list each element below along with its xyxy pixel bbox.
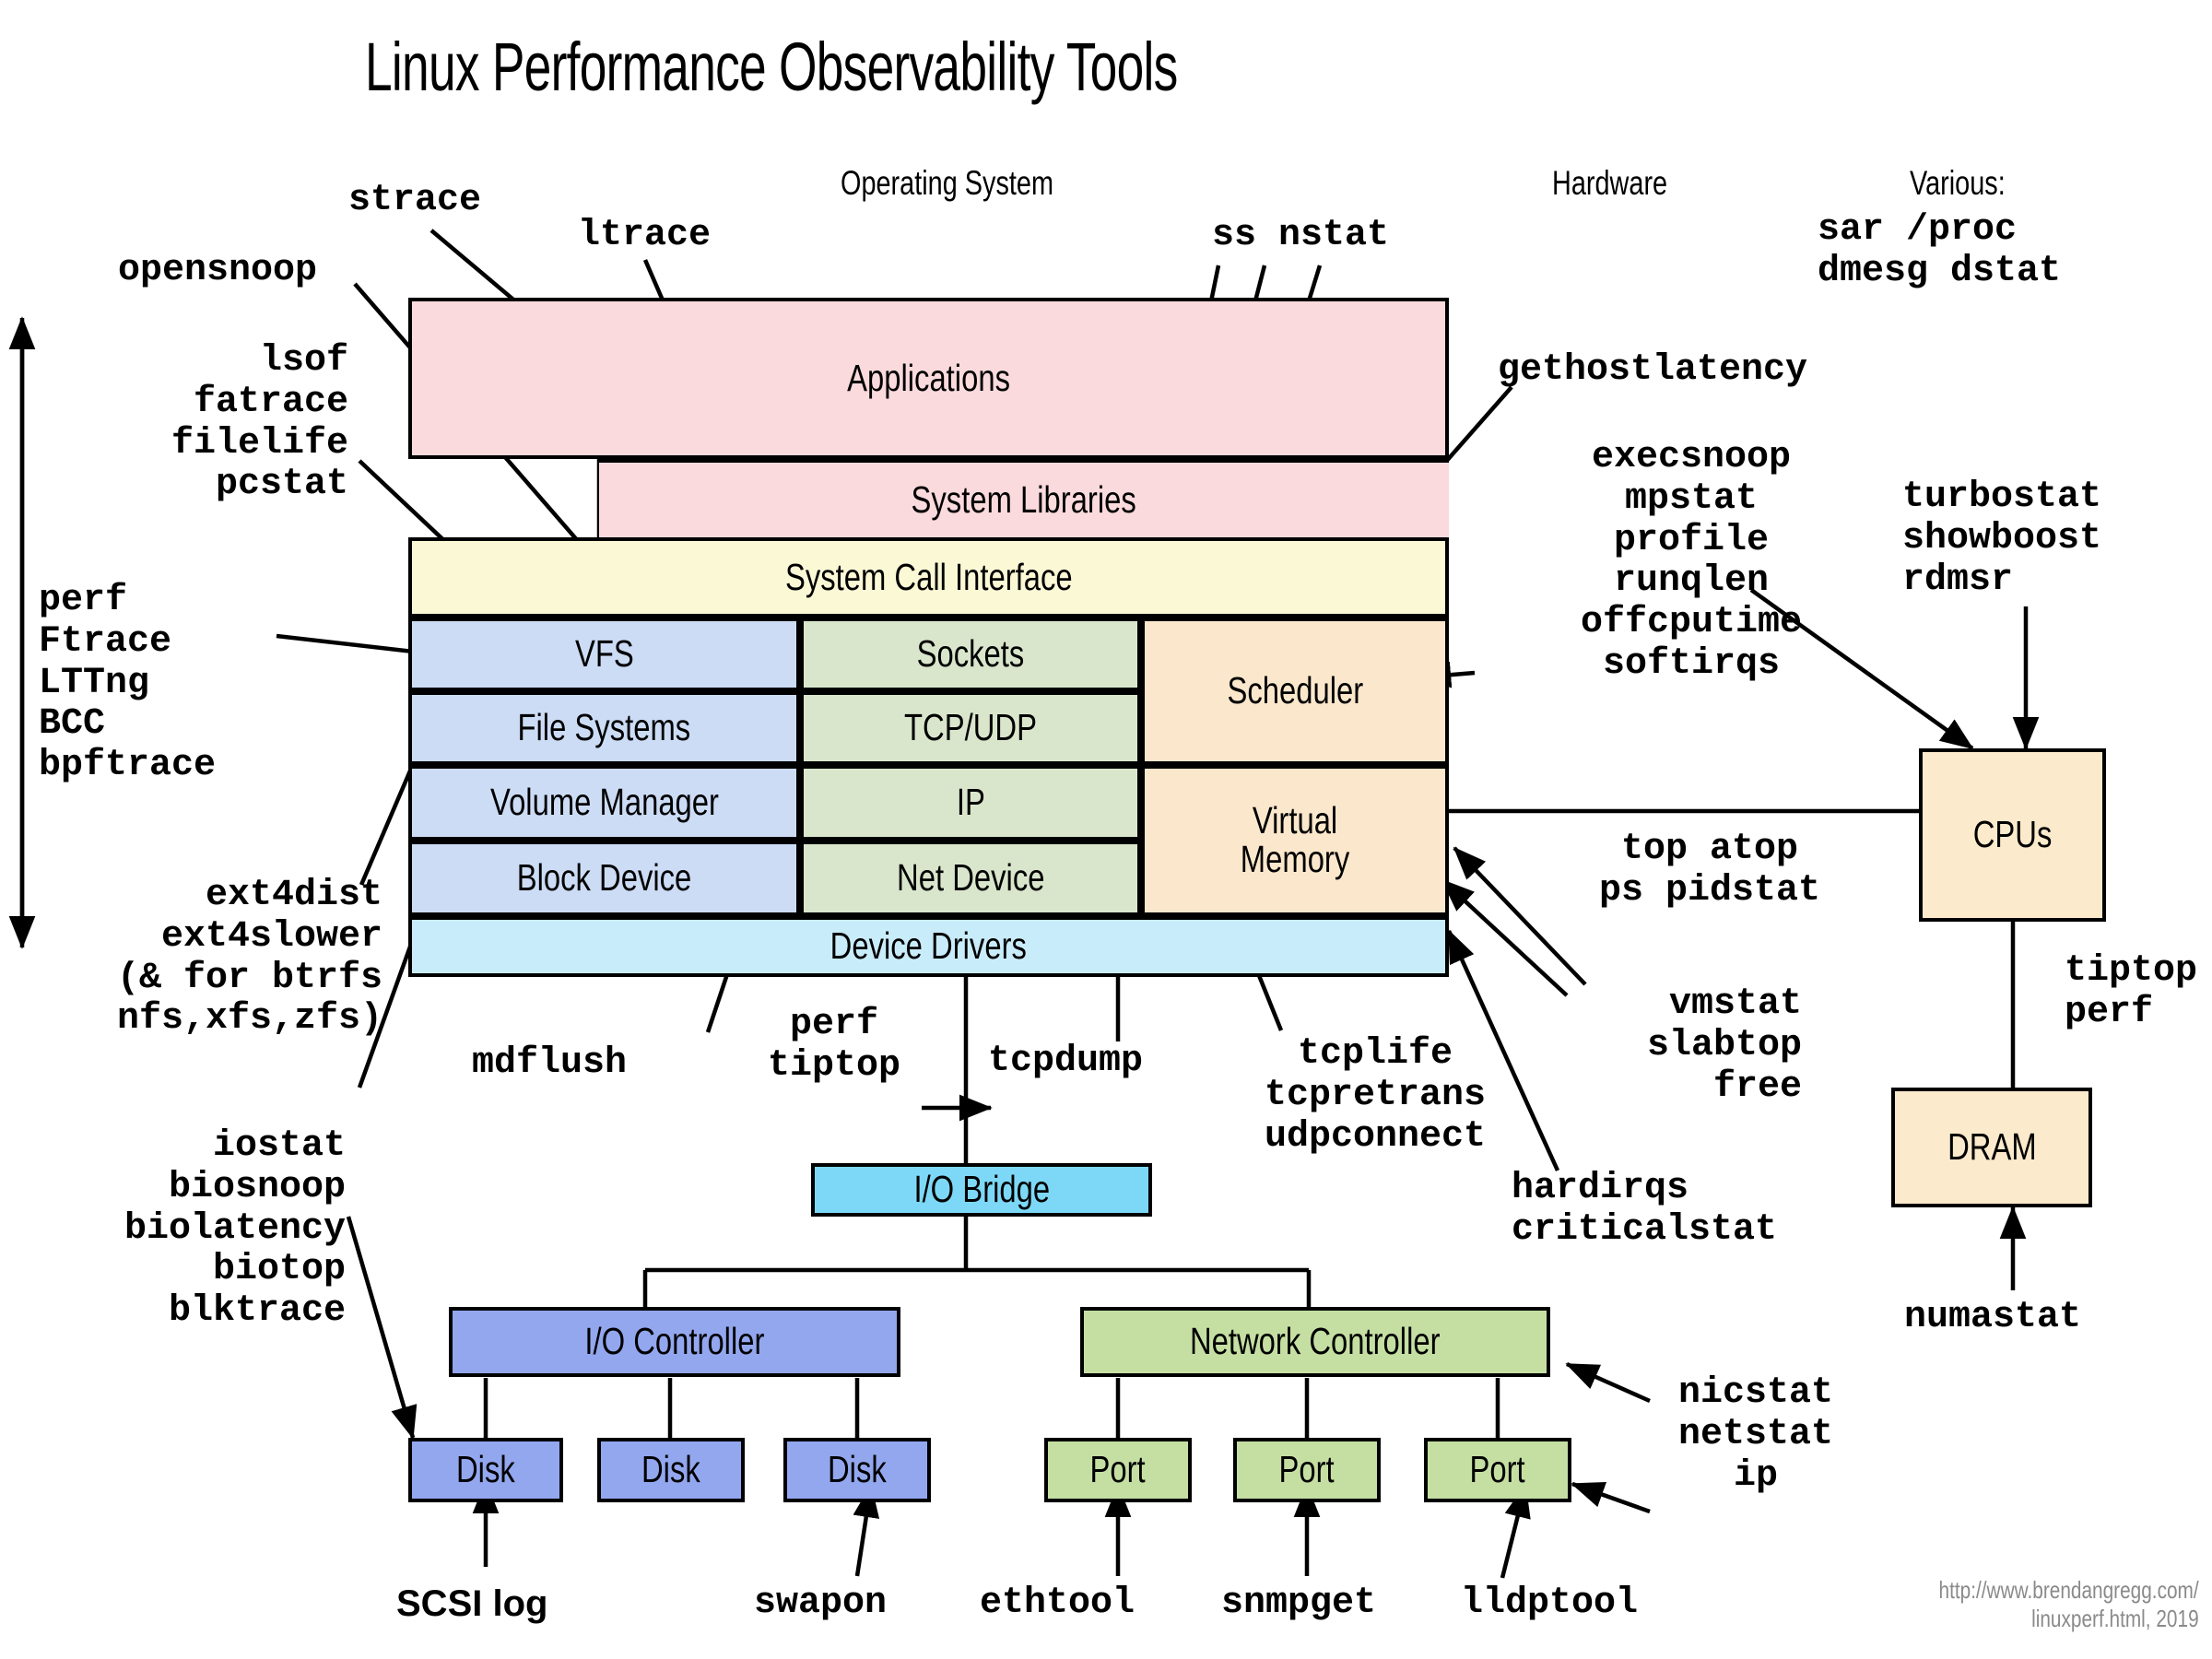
box-io-bridge: I/O Bridge	[811, 1163, 1152, 1217]
label-disk-3: Disk	[828, 1448, 887, 1491]
label-cpus: CPUs	[1972, 813, 2053, 856]
label-block-device: Block Device	[516, 856, 692, 900]
label-device-drivers: Device Drivers	[830, 924, 1028, 968]
tool-label-ext4-group: ext4dist ext4slower (& for btrfs nfs,xfs…	[116, 875, 382, 1041]
tool-label-ss-nstat: ss nstat	[1212, 215, 1390, 256]
tool-label-swapon: swapon	[754, 1583, 888, 1624]
box-disk-2: Disk	[597, 1438, 745, 1502]
box-scheduler: Scheduler	[1141, 618, 1449, 765]
label-network-controller: Network Controller	[1190, 1320, 1441, 1363]
tool-label-io-group: iostat biosnoop biolatency biotop blktra…	[124, 1125, 346, 1333]
tool-label-ltrace: ltrace	[578, 215, 712, 256]
box-disk-1: Disk	[408, 1438, 563, 1502]
label-file-systems: File Systems	[517, 706, 691, 749]
tool-label-tracers-group: perf Ftrace LTTng BCC bpftrace	[39, 580, 217, 787]
tool-label-tcpdump: tcpdump	[988, 1041, 1144, 1082]
box-io-controller: I/O Controller	[449, 1307, 900, 1377]
box-port-2: Port	[1233, 1438, 1381, 1502]
tool-label-tcplife-group: tcplife tcpretrans udpconnect	[1264, 1033, 1487, 1158]
box-network-controller: Network Controller	[1080, 1307, 1550, 1377]
label-scheduler: Scheduler	[1227, 669, 1363, 712]
tool-label-hardirqs-group: hardirqs criticalstat	[1512, 1168, 1778, 1251]
box-virtual-memory: Virtual Memory	[1141, 765, 1449, 916]
label-vfs: VFS	[574, 632, 634, 676]
tool-label-opensnoop: opensnoop	[118, 250, 318, 291]
label-system-libraries: System Libraries	[911, 477, 1137, 521]
tool-label-strace: strace	[348, 180, 482, 221]
header-hardware: Hardware	[1552, 164, 1668, 202]
label-port-1: Port	[1089, 1448, 1147, 1491]
box-tcp-udp: TCP/UDP	[800, 691, 1141, 765]
label-net-device: Net Device	[896, 856, 1045, 900]
tool-label-snmpget: snmpget	[1221, 1583, 1377, 1624]
diagram-canvas: Linux Performance Observability Tools Op…	[0, 0, 2212, 1659]
box-system-call-interface: System Call Interface	[408, 537, 1449, 618]
box-applications: Applications	[408, 298, 1449, 459]
box-dram: DRAM	[1891, 1088, 2092, 1207]
tool-label-mdflush: mdflush	[472, 1042, 628, 1084]
label-io-bridge: I/O Bridge	[913, 1168, 1050, 1211]
tool-label-ethtool: ethtool	[980, 1583, 1135, 1624]
label-port-3: Port	[1469, 1448, 1526, 1491]
box-volume-manager: Volume Manager	[408, 765, 800, 841]
tool-label-perf-tiptop: perf tiptop	[767, 1004, 901, 1087]
tool-label-vmstat-group: vmstat slabtop free	[1646, 983, 1802, 1108]
label-disk-1: Disk	[456, 1448, 515, 1491]
box-file-systems: File Systems	[408, 691, 800, 765]
label-dram: DRAM	[1947, 1125, 2037, 1169]
header-operating-system: Operating System	[841, 164, 1053, 202]
box-port-1: Port	[1044, 1438, 1192, 1502]
label-disk-2: Disk	[641, 1448, 700, 1491]
tool-label-scheduler-group: execsnoop mpstat profile runqlen offcput…	[1580, 437, 1803, 685]
tool-label-numastat: numastat	[1904, 1297, 2082, 1338]
page-title: Linux Performance Observability Tools	[365, 29, 1178, 105]
box-port-3: Port	[1424, 1438, 1571, 1502]
tool-label-turbostat-group: turbostat showboost rdmsr	[1902, 477, 2102, 601]
tool-label-tiptop-perf: tiptop perf	[2065, 950, 2198, 1033]
label-port-2: Port	[1278, 1448, 1335, 1491]
box-sockets: Sockets	[800, 618, 1141, 691]
credit-url: http://www.brendangregg.com/ linuxperf.h…	[1938, 1576, 2199, 1632]
box-block-device: Block Device	[408, 841, 800, 916]
label-applications: Applications	[847, 356, 1010, 399]
box-vfs: VFS	[408, 618, 800, 691]
label-system-call-interface: System Call Interface	[784, 555, 1073, 598]
tool-label-scsi-log: SCSI log	[396, 1583, 548, 1624]
tool-label-lldptool: lldptool	[1461, 1583, 1639, 1624]
tool-label-lsof-group: lsof fatrace filelife pcstat	[171, 340, 348, 506]
tool-label-sar-proc-group: sar /proc dmesg dstat	[1818, 209, 2062, 292]
tool-label-nicstat-group: nicstat netstat ip	[1677, 1372, 1834, 1497]
tool-label-gethostlatency: gethostlatency	[1498, 349, 1808, 391]
box-cpus: CPUs	[1919, 748, 2106, 922]
label-tcp-udp: TCP/UDP	[904, 706, 1037, 749]
label-virtual-memory: Virtual Memory	[1240, 799, 1350, 880]
label-volume-manager: Volume Manager	[489, 781, 719, 824]
box-ip: IP	[800, 765, 1141, 841]
tool-label-top-group: top atop ps pidstat	[1598, 829, 1821, 912]
box-device-drivers: Device Drivers	[408, 916, 1449, 977]
box-system-libraries: System Libraries	[599, 459, 1449, 537]
label-sockets: Sockets	[916, 632, 1025, 676]
box-net-device: Net Device	[800, 841, 1141, 916]
header-various: Various:	[1910, 164, 2006, 202]
label-ip: IP	[956, 781, 985, 824]
box-disk-3: Disk	[783, 1438, 931, 1502]
label-io-controller: I/O Controller	[584, 1320, 765, 1363]
